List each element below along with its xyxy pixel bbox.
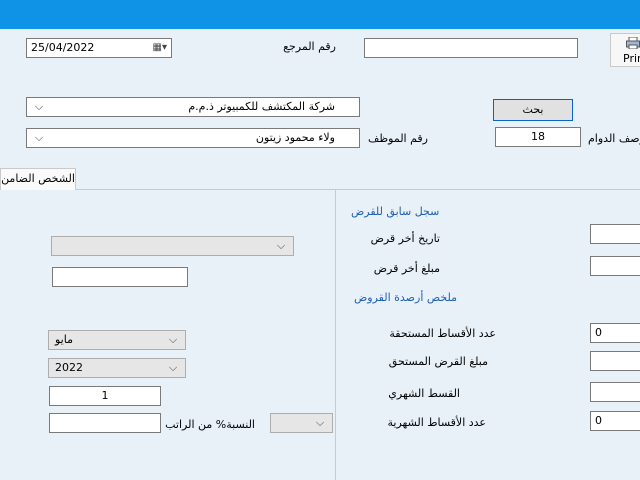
year-select[interactable]: 2022 ⌵ — [48, 358, 186, 378]
print-label: Print — [623, 52, 640, 65]
chevron-down-icon: ⌵ — [168, 361, 178, 374]
year-value: 2022 — [55, 361, 83, 374]
print-button[interactable]: Print — [610, 33, 640, 67]
chevron-down-icon: ⌵ — [315, 416, 325, 429]
employee-select[interactable]: ولاء محمود زيتون ⌵ — [26, 128, 360, 148]
monthly-installments-count-input[interactable]: 0 — [590, 411, 640, 431]
monthly-installments-count-label: عدد الأقساط الشهرية — [387, 416, 486, 429]
chevron-down-icon: ⌵ — [34, 131, 44, 144]
guarantor-text-input[interactable] — [52, 267, 188, 287]
due-loan-amount-input[interactable] — [590, 351, 640, 371]
employee-number-label: رقم الموظف — [368, 132, 428, 145]
salary-percent-input[interactable] — [49, 413, 161, 433]
month-select[interactable]: مايو ⌵ — [48, 330, 186, 350]
reference-input[interactable] — [364, 38, 578, 58]
tab-strip-line — [0, 189, 640, 190]
company-value: شركة المكتشف للكمبيوتر ذ.م.م — [188, 100, 335, 113]
chevron-down-icon: ⌵ — [34, 100, 44, 113]
window-titlebar — [0, 0, 640, 29]
previous-loan-title: سجل سابق للقرض — [351, 205, 440, 218]
loan-balances-title: ملخص أرصدة القروض — [354, 291, 458, 304]
shift-input[interactable]: 18 — [495, 127, 581, 147]
chevron-down-icon: ⌵ — [168, 333, 178, 346]
panel-divider — [335, 190, 336, 480]
search-button[interactable]: بحث — [493, 99, 573, 121]
employee-name-value: ولاء محمود زيتون — [255, 131, 335, 144]
due-installments-count-input[interactable]: 0 — [590, 323, 640, 343]
last-loan-date-input[interactable] — [590, 224, 640, 244]
calendar-dropdown-icon[interactable]: ▦▾ — [153, 41, 167, 55]
last-loan-amount-label: مبلغ أخر قرض — [373, 262, 440, 275]
last-loan-date-label: تاريخ أخر قرض — [370, 232, 440, 245]
date-picker[interactable]: 25/04/2022 ▦▾ — [26, 38, 172, 58]
due-installments-count-label: عدد الأقساط المستحقة — [389, 327, 496, 340]
due-loan-amount-label: مبلغ القرض المستحق — [388, 355, 488, 368]
chevron-down-icon: ⌵ — [276, 239, 286, 252]
tab-guarantor[interactable]: الشخص الضامن — [0, 168, 76, 190]
monthly-installment-input[interactable] — [590, 382, 640, 402]
salary-percent-label: النسبة% من الراتب — [165, 418, 255, 431]
monthly-installment-label: القسط الشهري — [388, 387, 460, 400]
printer-icon — [626, 37, 640, 49]
shift-description-label: وصف الدوام — [588, 132, 640, 145]
company-select[interactable]: شركة المكتشف للكمبيوتر ذ.م.م ⌵ — [26, 97, 360, 117]
last-loan-amount-input[interactable] — [590, 256, 640, 276]
month-value: مايو — [55, 333, 73, 346]
percent-select[interactable]: ⌵ — [270, 413, 333, 433]
guarantor-select[interactable]: ⌵ — [51, 236, 294, 256]
reference-label: رقم المرجع — [283, 40, 336, 53]
date-value: 25/04/2022 — [31, 41, 95, 54]
installments-count-input[interactable]: 1 — [49, 386, 161, 406]
